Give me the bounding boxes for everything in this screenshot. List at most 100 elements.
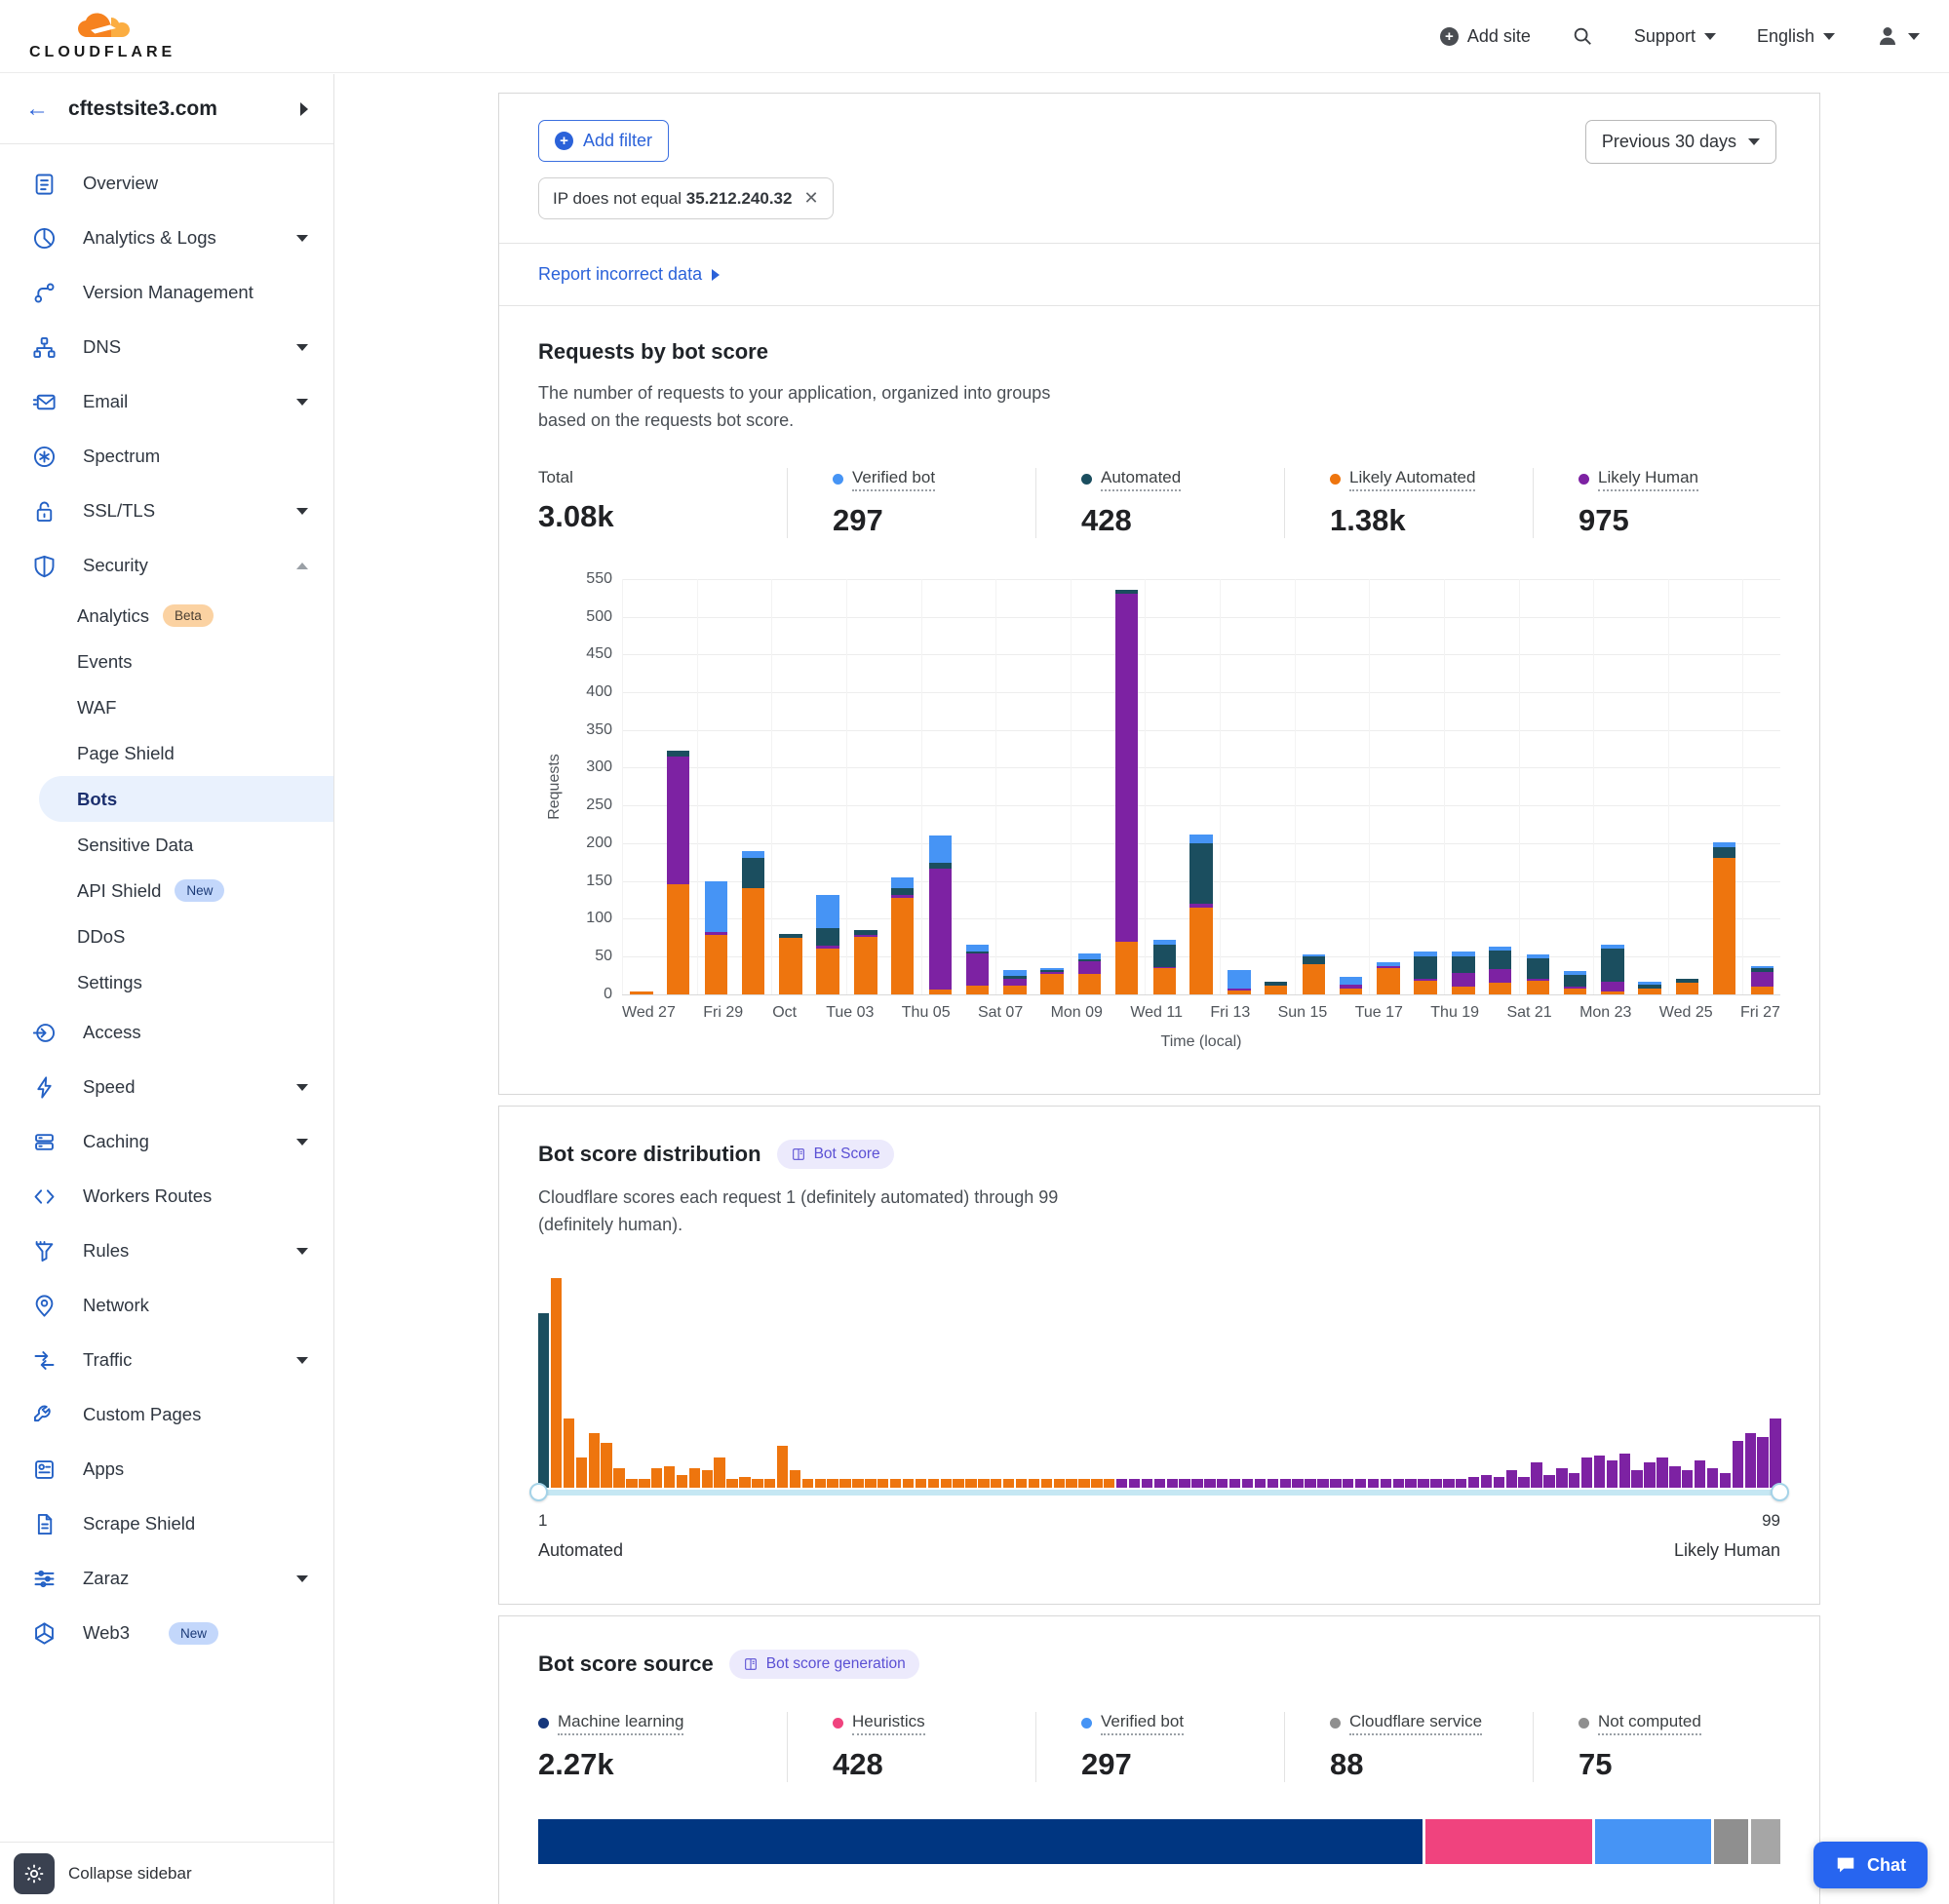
histogram-bar-score-89[interactable] (1644, 1462, 1655, 1488)
sidebar-item-rules[interactable]: Rules (0, 1224, 333, 1278)
histogram-bar-score-94[interactable] (1707, 1468, 1718, 1487)
bar-mon-23[interactable] (1593, 579, 1631, 994)
histogram-bar-score-34[interactable] (953, 1479, 963, 1488)
site-switcher-icon[interactable] (300, 102, 308, 116)
histogram-bar-score-65[interactable] (1343, 1479, 1353, 1488)
histogram-bar-score-50[interactable] (1154, 1479, 1165, 1488)
date-range-dropdown[interactable]: Previous 30 days (1585, 120, 1776, 164)
sidebar-item-speed[interactable]: Speed (0, 1060, 333, 1114)
settings-gear-button[interactable] (14, 1853, 55, 1894)
histogram-bar-score-55[interactable] (1217, 1479, 1228, 1488)
cloudflare-logo[interactable]: CLOUDFLARE (29, 12, 175, 60)
bot-score-generation-badge[interactable]: Bot score generation (729, 1650, 919, 1679)
histogram-bar-score-37[interactable] (991, 1479, 1001, 1488)
histogram-bar-score-30[interactable] (903, 1479, 914, 1488)
histogram-bar-score-38[interactable] (1003, 1479, 1014, 1488)
histogram-bar-score-97[interactable] (1745, 1433, 1756, 1488)
bar-tue-17[interactable] (1369, 579, 1407, 994)
bar-sat-21[interactable] (1519, 579, 1557, 994)
histogram-bar-score-67[interactable] (1368, 1479, 1379, 1488)
bar-wed-04[interactable] (884, 579, 921, 994)
histogram-bar-score-35[interactable] (965, 1479, 976, 1488)
histogram-bar-score-60[interactable] (1280, 1479, 1291, 1488)
histogram-bar-score-8[interactable] (626, 1479, 637, 1488)
sidebar-subitem-waf[interactable]: WAF (0, 684, 333, 730)
collapse-sidebar-label[interactable]: Collapse sidebar (68, 1864, 192, 1884)
bar-tue-03[interactable] (846, 579, 884, 994)
histogram-bar-score-99[interactable] (1770, 1418, 1780, 1488)
remove-filter-icon[interactable]: ✕ (803, 188, 818, 209)
bar-fri-13[interactable] (1220, 579, 1258, 994)
histogram-bar-score-58[interactable] (1255, 1479, 1266, 1488)
histogram-bar-score-29[interactable] (890, 1479, 901, 1488)
histogram-bar-score-61[interactable] (1292, 1479, 1303, 1488)
histogram-bar-score-79[interactable] (1518, 1477, 1529, 1488)
histogram-bar-score-59[interactable] (1267, 1479, 1278, 1488)
histogram-bar-score-83[interactable] (1569, 1473, 1579, 1488)
sidebar-subitem-settings[interactable]: Settings (0, 959, 333, 1005)
bar-sat-14[interactable] (1258, 579, 1295, 994)
histogram-bar-score-80[interactable] (1531, 1462, 1541, 1488)
histogram-bar-score-98[interactable] (1757, 1437, 1768, 1488)
histogram-bar-score-21[interactable] (790, 1470, 800, 1487)
histogram-bar-score-57[interactable] (1242, 1479, 1253, 1488)
bar-sat-30[interactable] (734, 579, 771, 994)
bar-sat-07[interactable] (995, 579, 1033, 994)
bar-thu-26[interactable] (1706, 579, 1743, 994)
account-menu[interactable] (1876, 24, 1920, 48)
histogram-bar-score-46[interactable] (1104, 1479, 1114, 1488)
histogram-bar-score-93[interactable] (1695, 1460, 1705, 1488)
bar-tue-10[interactable] (1109, 579, 1146, 994)
histogram-bar-score-47[interactable] (1116, 1479, 1127, 1488)
histogram-bar-score-95[interactable] (1720, 1473, 1731, 1488)
histogram-bar-score-45[interactable] (1091, 1479, 1102, 1488)
support-menu[interactable]: Support (1634, 26, 1716, 47)
bar-fri-27[interactable] (1742, 579, 1780, 994)
sidebar-item-web3[interactable]: Web3New (0, 1606, 333, 1660)
sidebar-item-security[interactable]: Security (0, 538, 333, 593)
histogram-bar-score-28[interactable] (877, 1479, 888, 1488)
histogram-bar-score-9[interactable] (639, 1479, 649, 1488)
histogram-bar-score-27[interactable] (865, 1479, 876, 1488)
bot-score-docs-badge[interactable]: Bot Score (777, 1140, 894, 1169)
histogram-bar-score-96[interactable] (1733, 1441, 1743, 1487)
sidebar-subitem-analytics[interactable]: AnalyticsBeta (0, 593, 333, 639)
histogram-bar-score-14[interactable] (702, 1470, 713, 1487)
bar-wed-27[interactable] (622, 579, 660, 994)
bar-mon-09[interactable] (1071, 579, 1109, 994)
add-site-button[interactable]: + Add site (1440, 26, 1531, 47)
bar-wed-11[interactable] (1145, 579, 1183, 994)
histogram-bar-score-85[interactable] (1594, 1456, 1605, 1487)
histogram-bar-score-52[interactable] (1179, 1479, 1189, 1488)
bar-thu-05[interactable] (921, 579, 959, 994)
sidebar-subitem-page-shield[interactable]: Page Shield (0, 730, 333, 776)
histogram-bar-score-4[interactable] (576, 1457, 587, 1487)
histogram-bar-score-76[interactable] (1481, 1475, 1492, 1488)
bar-wed-18[interactable] (1407, 579, 1444, 994)
histogram-bar-score-18[interactable] (752, 1479, 762, 1488)
histogram-bar-score-48[interactable] (1129, 1479, 1140, 1488)
histogram-bar-score-56[interactable] (1229, 1479, 1240, 1488)
bar-sun-22[interactable] (1556, 579, 1593, 994)
sidebar-item-version-management[interactable]: Version Management (0, 265, 333, 320)
histogram-bar-score-86[interactable] (1607, 1460, 1618, 1488)
chat-button[interactable]: Chat (1813, 1842, 1928, 1888)
sidebar-subitem-bots[interactable]: Bots (39, 776, 333, 822)
add-filter-button[interactable]: + Add filter (538, 120, 669, 162)
bar-sun-15[interactable] (1295, 579, 1333, 994)
histogram-bar-score-6[interactable] (601, 1443, 611, 1487)
sidebar-item-custom-pages[interactable]: Custom Pages (0, 1387, 333, 1442)
histogram-bar-score-26[interactable] (852, 1479, 863, 1488)
histogram-bar-score-2[interactable] (551, 1278, 562, 1488)
histogram-bar-score-44[interactable] (1078, 1479, 1089, 1488)
bar-mon-16[interactable] (1332, 579, 1369, 994)
bar-thu-28[interactable] (660, 579, 697, 994)
bar-tue-24[interactable] (1631, 579, 1668, 994)
histogram-bar-score-12[interactable] (677, 1475, 687, 1488)
histogram-bar-score-73[interactable] (1443, 1479, 1454, 1488)
sidebar-item-spectrum[interactable]: Spectrum (0, 429, 333, 484)
histogram-bar-score-19[interactable] (764, 1479, 775, 1488)
slider-handle-min[interactable] (529, 1483, 548, 1501)
sidebar-item-workers-routes[interactable]: Workers Routes (0, 1169, 333, 1224)
sidebar-item-network[interactable]: Network (0, 1278, 333, 1333)
